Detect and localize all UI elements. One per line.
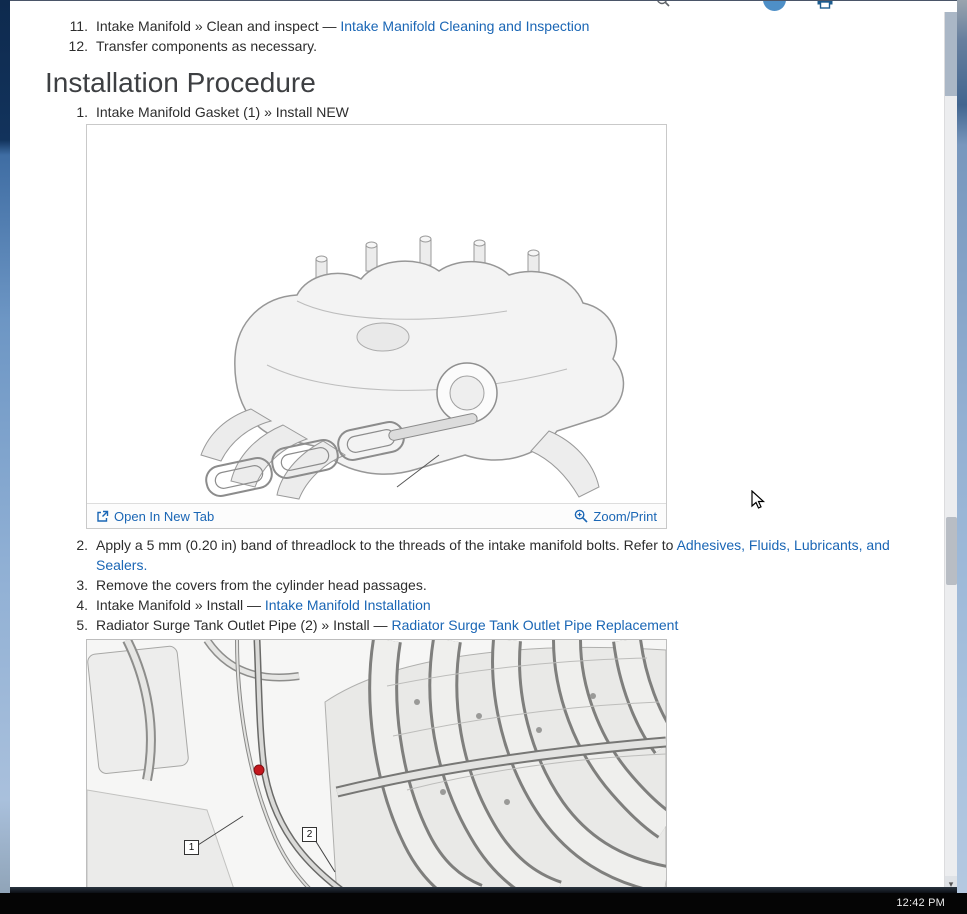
link-radiator-surge-tank-outlet-pipe-replacement[interactable]: Radiator Surge Tank Outlet Pipe Replacem… [391, 617, 678, 633]
item-text: Intake Manifold Gasket (1) » Install NEW [96, 102, 349, 122]
figure-toolbar: Open In New Tab Zoom/Print [87, 503, 666, 528]
vertical-scrollbar[interactable]: ▾ [944, 12, 957, 893]
installation-step-list: 1. Intake Manifold Gasket (1) » Install … [10, 102, 944, 122]
item-text: Apply a 5 mm (0.20 in) band of threadloc… [96, 535, 902, 575]
item-text-static: Apply a 5 mm (0.20 in) band of threadloc… [96, 537, 677, 553]
taskbar: 12:42 PM [0, 893, 967, 914]
service-manual-window: 11. Intake Manifold » Clean and inspect … [10, 0, 957, 893]
procedure-list-removal-tail: 11. Intake Manifold » Clean and inspect … [10, 16, 944, 56]
open-in-new-icon [96, 510, 109, 523]
document-content: 11. Intake Manifold » Clean and inspect … [10, 12, 944, 893]
avatar-person-icon [770, 0, 779, 1]
item-text-static: Radiator Surge Tank Outlet Pipe (2) » In… [96, 617, 391, 633]
background-window-edge-left [0, 0, 10, 893]
item-number: 3. [62, 575, 88, 595]
step-item-3: 3. Remove the covers from the cylinder h… [10, 575, 944, 595]
callout-1: 1 [184, 840, 199, 855]
list-item-12: 12. Transfer components as necessary. [10, 36, 944, 56]
item-text: Remove the covers from the cylinder head… [96, 575, 427, 595]
item-text: Transfer components as necessary. [96, 36, 317, 56]
step-item-1: 1. Intake Manifold Gasket (1) » Install … [10, 102, 944, 122]
engine-diagram [87, 640, 666, 893]
step-item-4: 4. Intake Manifold » Install — Intake Ma… [10, 595, 944, 615]
mouse-cursor [748, 490, 768, 510]
scrollbar-top-shade [945, 12, 957, 96]
step-item-2: 2. Apply a 5 mm (0.20 in) band of thread… [10, 535, 944, 575]
zoom-print-link[interactable]: Zoom/Print [574, 509, 657, 524]
step-item-5: 5. Radiator Surge Tank Outlet Pipe (2) »… [10, 615, 944, 635]
link-intake-manifold-installation[interactable]: Intake Manifold Installation [265, 597, 431, 613]
desktop: 11. Intake Manifold » Clean and inspect … [0, 0, 967, 914]
open-in-new-tab-label: Open In New Tab [114, 509, 214, 524]
item-number: 11. [62, 16, 88, 36]
figure-radiator-surge-tank-pipe: 1 2 [86, 639, 667, 893]
link-intake-manifold-cleaning-inspection[interactable]: Intake Manifold Cleaning and Inspection [340, 18, 589, 34]
user-avatar[interactable] [763, 0, 786, 11]
item-number: 1. [62, 102, 88, 122]
item-number: 5. [62, 615, 88, 635]
item-number: 2. [62, 535, 88, 575]
item-text: Radiator Surge Tank Outlet Pipe (2) » In… [96, 615, 678, 635]
open-in-new-tab-link[interactable]: Open In New Tab [96, 509, 214, 524]
figure-intake-manifold-gasket: Open In New Tab Zoom/Print [86, 124, 667, 529]
print-icon[interactable] [816, 0, 834, 9]
item-text-static: Intake Manifold » Install — [96, 597, 265, 613]
item-number: 4. [62, 595, 88, 615]
item-text-static: Intake Manifold » Clean and inspect — [96, 18, 340, 34]
installation-step-list-cont: 2. Apply a 5 mm (0.20 in) band of thread… [10, 535, 944, 635]
zoom-in-icon [574, 509, 588, 523]
page-title: Installation Procedure [45, 66, 944, 100]
scrollbar-thumb[interactable] [946, 517, 957, 585]
search-icon[interactable] [655, 0, 671, 8]
intake-manifold-diagram [87, 125, 666, 503]
zoom-print-label: Zoom/Print [593, 509, 657, 524]
item-text: Intake Manifold » Install — Intake Manif… [96, 595, 431, 615]
background-window-edge-right [957, 0, 967, 893]
callout-2: 2 [302, 827, 317, 842]
item-text: Intake Manifold » Clean and inspect — In… [96, 16, 589, 36]
item-number: 12. [62, 36, 88, 56]
list-item-11: 11. Intake Manifold » Clean and inspect … [10, 16, 944, 36]
taskbar-clock[interactable]: 12:42 PM [896, 897, 945, 909]
